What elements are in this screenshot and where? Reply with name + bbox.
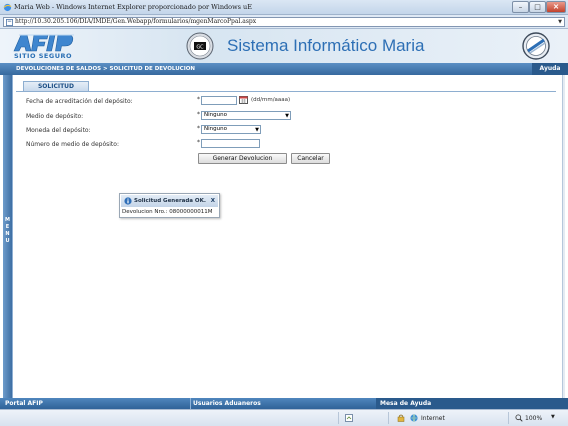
government-seal-icon: GC [186, 32, 214, 60]
seal-text: GC [196, 45, 204, 51]
numero-label: Número de medio de depósito: [26, 141, 119, 148]
message-body: Devolucion Nro.: 08000000011M [122, 209, 213, 215]
maria-badge-icon [522, 32, 550, 60]
zone-cell: Internet [388, 412, 508, 424]
required-mark: * [197, 96, 200, 103]
logo-subtitle: SITIO SEGURO [14, 52, 73, 60]
medio-label: Medio de depósito: [26, 113, 84, 120]
message-title: Solicitud Generada OK. [134, 198, 206, 204]
zoom-cell[interactable]: 100% ▼ [508, 412, 566, 424]
medio-select[interactable]: Ninguno ▼ [201, 111, 291, 120]
moneda-select-value: Ninguno [204, 126, 227, 132]
moneda-label: Moneda del depósito: [26, 127, 91, 134]
minimize-button[interactable]: – [512, 1, 529, 13]
date-format-hint: (dd/mm/aaaa) [251, 97, 291, 103]
success-message-box: Solicitud Generada OK. X Devolucion Nro.… [119, 193, 220, 218]
generate-refund-button[interactable]: Generar Devolucion [198, 153, 287, 164]
breadcrumb: DEVOLUCIONES DE SALDOS > SOLICITUD DE DE… [16, 66, 196, 72]
site-header: SITIO SEGURO GC Sistema Informático Mari… [0, 29, 568, 63]
page-icon [6, 19, 13, 26]
page-status-icon [345, 414, 353, 422]
moneda-select[interactable]: Ninguno ▼ [201, 125, 261, 134]
chevron-down-icon: ▼ [255, 127, 259, 133]
url-text: http://10.30.205.106/DIA/IMDE/Gen.Webapp… [15, 18, 257, 25]
zoom-icon [515, 414, 523, 422]
side-menu-toggle[interactable]: MENU [3, 75, 12, 398]
required-mark: * [197, 125, 200, 132]
info-icon [124, 197, 132, 205]
protected-mode-icon [397, 414, 405, 422]
footer-bar: Portal AFIP Usuarios Aduaneros Mesa de A… [0, 398, 568, 409]
side-menu-label: MENU [5, 217, 10, 244]
ie-icon [3, 3, 12, 12]
globe-icon [410, 414, 418, 422]
address-bar: http://10.30.205.106/DIA/IMDE/Gen.Webapp… [0, 15, 568, 29]
help-link[interactable]: Ayuda [532, 63, 568, 75]
calendar-icon[interactable] [239, 96, 248, 104]
window-titlebar: Maria Web - Windows Internet Explorer pr… [0, 0, 568, 15]
chevron-down-icon[interactable]: ▼ [551, 414, 555, 420]
close-window-button[interactable]: ✕ [546, 1, 566, 13]
footer-divider [190, 398, 191, 409]
usuarios-aduaneros-link[interactable]: Usuarios Aduaneros [193, 400, 261, 407]
tab-divider [16, 91, 556, 92]
chevron-down-icon: ▼ [285, 113, 289, 119]
required-mark: * [197, 111, 200, 118]
cancel-button[interactable]: Cancelar [291, 153, 330, 164]
chevron-down-icon[interactable]: ▼ [558, 18, 562, 26]
window-title: Maria Web - Windows Internet Explorer pr… [14, 3, 252, 11]
content-border [12, 75, 13, 398]
fecha-label: Fecha de acreditación del depósito: [26, 98, 133, 105]
status-cell [338, 412, 388, 424]
portal-afip-link[interactable]: Portal AFIP [5, 400, 43, 407]
close-message-button[interactable]: X [211, 198, 215, 204]
message-header: Solicitud Generada OK. X [121, 195, 218, 207]
zoom-level: 100% [525, 415, 543, 422]
numero-input[interactable] [201, 139, 260, 148]
security-zone: Internet [421, 415, 445, 422]
required-mark: * [197, 139, 200, 146]
system-title: Sistema Informático Maria [227, 36, 425, 55]
maximize-button[interactable]: □ [529, 1, 546, 13]
tab-solicitud[interactable]: SOLICITUD [23, 81, 89, 91]
url-field[interactable]: http://10.30.205.106/DIA/IMDE/Gen.Webapp… [3, 17, 565, 27]
medio-select-value: Ninguno [204, 112, 227, 118]
mesa-de-ayuda-link[interactable]: Mesa de Ayuda [380, 400, 431, 407]
fecha-input[interactable] [201, 96, 237, 105]
scrollbar[interactable] [562, 75, 565, 398]
browser-status-bar: Internet 100% ▼ [0, 409, 568, 426]
breadcrumb-bar: DEVOLUCIONES DE SALDOS > SOLICITUD DE DE… [0, 63, 568, 75]
